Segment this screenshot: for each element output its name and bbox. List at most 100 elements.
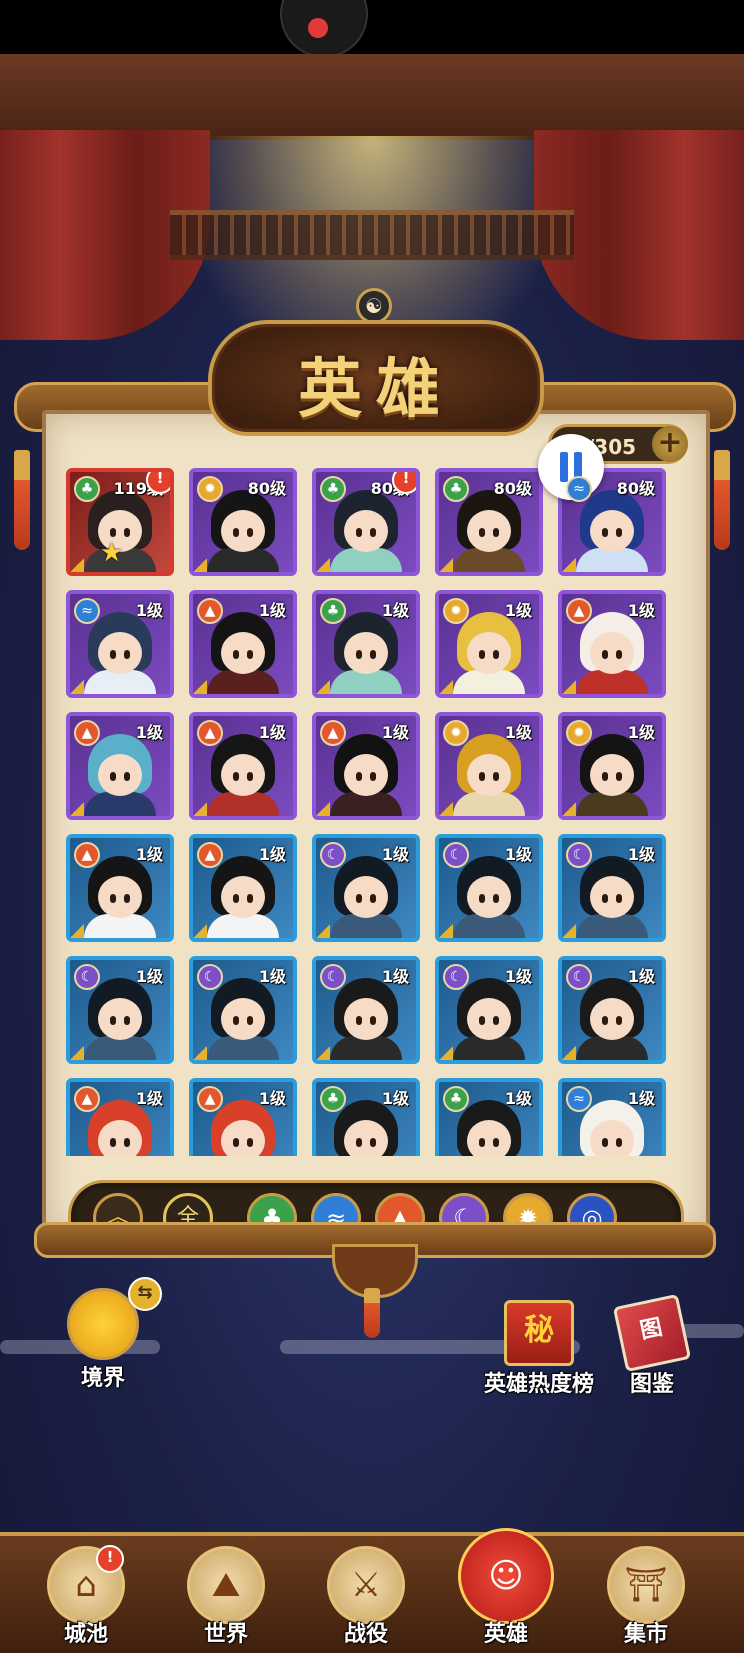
- hero-level: 1级: [627, 845, 655, 864]
- hero-card[interactable]: ≈80级: [558, 468, 666, 576]
- hero-face: [467, 876, 511, 918]
- hero-card[interactable]: ☾ 1级: [66, 956, 174, 1064]
- hero-portrait: [453, 978, 525, 1060]
- hero-card[interactable]: ✹ 1级: [435, 590, 543, 698]
- recording-indicator-icon: [308, 18, 328, 38]
- hero-card[interactable]: ▲ 1级: [189, 834, 297, 942]
- hero-card[interactable]: ☾ 1级: [189, 956, 297, 1064]
- hero-outfit: [453, 670, 525, 694]
- hero-card[interactable]: ☾ 1级: [312, 834, 420, 942]
- hero-card[interactable]: ▲ 1级: [66, 1078, 174, 1156]
- hero-card[interactable]: ☾ 1级: [312, 956, 420, 1064]
- hero-ranking-button[interactable]: 秘 英雄热度榜: [474, 1300, 604, 1398]
- hero-eye: [124, 650, 130, 659]
- hero-card[interactable]: ♣ 119级 ★!: [66, 468, 174, 576]
- hero-card[interactable]: ▲ 1级: [558, 590, 666, 698]
- realm-label: 境界: [80, 1366, 125, 1391]
- hero-eye: [370, 1016, 376, 1025]
- corner-marker: [70, 924, 84, 938]
- corner-marker: [439, 802, 453, 816]
- castle-icon: ⌂!: [47, 1545, 125, 1624]
- hero-outfit: [453, 914, 525, 938]
- hero-level: 80级: [616, 479, 655, 498]
- hero-card[interactable]: ▲ 1级: [189, 1078, 297, 1156]
- corner-marker: [70, 558, 84, 572]
- hero-face: [98, 632, 142, 674]
- left-tassel: [14, 450, 30, 550]
- hero-card[interactable]: ♣ 1级: [312, 1078, 420, 1156]
- hero-portrait: [453, 734, 525, 816]
- hero-eye: [493, 1138, 499, 1147]
- hero-portrait: [576, 734, 648, 816]
- hero-card[interactable]: ✹ 1级: [558, 712, 666, 820]
- hero-card[interactable]: ♣ 80级!: [312, 468, 420, 576]
- add-hero-slot-button[interactable]: +: [652, 426, 688, 462]
- crossed-swords-icon: ⚔: [327, 1546, 405, 1624]
- fire-element-icon: ▲: [197, 720, 223, 746]
- hero-eye: [602, 772, 608, 781]
- corner-marker: [562, 802, 576, 816]
- nav-tab-hero-portrait[interactable]: ☺ 英雄: [456, 1528, 556, 1653]
- hero-eye: [247, 1138, 253, 1147]
- codex-label: 图鉴: [629, 1372, 674, 1397]
- hero-face: [98, 754, 142, 796]
- water-element-icon: ≈: [566, 476, 592, 502]
- hero-face: [467, 632, 511, 674]
- hero-card[interactable]: ▲ 1级: [312, 712, 420, 820]
- hero-card[interactable]: ☾ 1级: [558, 834, 666, 942]
- hero-eye: [356, 772, 362, 781]
- hero-face: [590, 1120, 634, 1156]
- hero-card[interactable]: ▲ 1级: [189, 590, 297, 698]
- hero-level: 80级: [247, 479, 286, 498]
- hero-eye: [493, 1016, 499, 1025]
- hero-card[interactable]: ☾ 1级: [435, 834, 543, 942]
- hero-card[interactable]: ≈1级: [558, 1078, 666, 1156]
- hero-level: 80级: [493, 479, 532, 498]
- hero-portrait-icon: ☺: [458, 1528, 554, 1624]
- hero-face: [221, 632, 265, 674]
- hero-level: 1级: [135, 1089, 163, 1108]
- ranking-seal-icon: 秘: [504, 1300, 574, 1366]
- hero-face: [221, 754, 265, 796]
- hero-grid-viewport[interactable]: ♣ 119级 ★! ✹ 80级 ♣ 80级! ♣ 80级 ≈80级 ≈1级 ▲ 1级 ♣ 1级 ✹ 1级 ▲ 1级 ▲…: [66, 468, 678, 1156]
- hero-card[interactable]: ✹ 1级: [435, 712, 543, 820]
- hero-card[interactable]: ✹ 80级: [189, 468, 297, 576]
- hero-eye: [233, 1016, 239, 1025]
- swap-icon[interactable]: ⇆: [128, 1277, 162, 1311]
- wood-element-icon: ♣: [320, 476, 346, 502]
- hero-outfit: [330, 792, 402, 816]
- hero-portrait: [84, 612, 156, 694]
- nav-tab-market[interactable]: ⛩ 集市: [596, 1546, 696, 1653]
- hero-card[interactable]: ♣ 1级: [312, 590, 420, 698]
- hero-eye: [110, 1138, 116, 1147]
- hero-eye: [110, 772, 116, 781]
- codex-button[interactable]: 图 图鉴: [612, 1293, 692, 1398]
- hero-eye: [110, 650, 116, 659]
- hero-outfit: [453, 1036, 525, 1060]
- hero-card[interactable]: ▲ 1级: [66, 712, 174, 820]
- hero-portrait: [453, 612, 525, 694]
- hero-level: 1级: [504, 967, 532, 986]
- hero-card[interactable]: ▲ 1级: [66, 834, 174, 942]
- nav-tab-castle[interactable]: ⌂! 城池: [36, 1545, 136, 1653]
- hero-card[interactable]: ♣ 80级: [435, 468, 543, 576]
- title-plaque: 英雄: [208, 320, 544, 436]
- realm-button[interactable]: ⇆ 境界: [48, 1277, 162, 1392]
- hero-portrait: [207, 612, 279, 694]
- hero-eye: [356, 1138, 362, 1147]
- hero-grid: ♣ 119级 ★! ✹ 80级 ♣ 80级! ♣ 80级 ≈80级 ≈1级 ▲ 1级 ♣ 1级 ✹ 1级 ▲ 1级 ▲…: [66, 468, 666, 1156]
- hero-card[interactable]: ▲ 1级: [189, 712, 297, 820]
- nav-tab-crossed-swords[interactable]: ⚔ 战役: [316, 1546, 416, 1653]
- hero-outfit: [207, 548, 279, 572]
- corner-marker: [439, 924, 453, 938]
- hero-outfit: [576, 548, 648, 572]
- hero-card[interactable]: ≈1级: [66, 590, 174, 698]
- hero-card[interactable]: ♣ 1级: [435, 1078, 543, 1156]
- hero-card[interactable]: ☾ 1级: [435, 956, 543, 1064]
- codex-book-icon: 图: [612, 1293, 692, 1373]
- nav-tab-world-mountain[interactable]: ⛰ 世界: [176, 1546, 276, 1653]
- light-element-icon: ✹: [443, 598, 469, 624]
- hero-face: [590, 754, 634, 796]
- hero-card[interactable]: ☾ 1级: [558, 956, 666, 1064]
- corner-marker: [316, 558, 330, 572]
